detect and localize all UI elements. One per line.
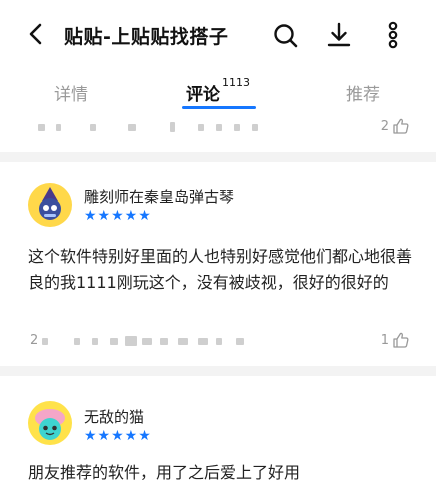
blurred-text: [236, 338, 244, 345]
tab-detail[interactable]: 详情: [54, 80, 88, 105]
review-username[interactable]: 雕刻师在秦皇岛弹古琴: [84, 186, 234, 207]
blurred-text: [125, 336, 137, 346]
active-tab-indicator: [182, 106, 256, 109]
top-bar: 贴贴-上贴贴找搭子: [0, 0, 436, 70]
blurred-text: [198, 338, 208, 345]
like-button[interactable]: 2: [381, 117, 410, 135]
tab-recommend[interactable]: 推荐: [346, 80, 380, 105]
avatar[interactable]: [28, 183, 72, 227]
review-username[interactable]: 无敌的猫: [84, 406, 144, 427]
blurred-text: [178, 338, 188, 345]
avatar[interactable]: [28, 401, 72, 445]
blurred-text: [170, 122, 175, 132]
thumb-up-icon: [393, 332, 409, 348]
page-title: 贴贴-上贴贴找搭子: [64, 26, 229, 48]
divider: [0, 152, 436, 162]
rating-stars: ★★★★★: [84, 428, 152, 444]
blurred-text: [252, 124, 258, 131]
tab-comments-label: 评论: [186, 85, 220, 105]
blurred-text: [216, 124, 222, 131]
blurred-text: [234, 124, 240, 131]
review-content: 这个软件特别好里面的人也特别好感觉他们都心地很善良的我1111刚玩这个，没有被歧…: [28, 247, 413, 292]
like-button[interactable]: 1: [381, 331, 410, 349]
review-meta-text: 2: [30, 333, 39, 348]
blurred-text: [198, 124, 204, 131]
back-arrow-icon[interactable]: [22, 20, 50, 48]
like-count: 2: [380, 118, 389, 134]
tab-bar: 详情 评论1113 推荐: [0, 72, 436, 112]
search-icon[interactable]: [270, 20, 300, 50]
thumb-up-icon: [393, 118, 409, 134]
blurred-text: [160, 338, 168, 345]
like-count: 1: [380, 332, 389, 348]
download-icon[interactable]: [324, 20, 354, 50]
blurred-text: [74, 338, 80, 345]
blurred-text: [128, 124, 136, 131]
review-meta-row: 2: [30, 117, 410, 139]
blurred-text: [56, 124, 61, 131]
tab-comments[interactable]: 评论1113: [186, 76, 250, 105]
blurred-text: [142, 338, 152, 345]
comments-count: 1113: [222, 76, 250, 90]
blurred-text: [216, 338, 222, 345]
blurred-text: [42, 338, 48, 345]
blurred-text: [92, 338, 98, 345]
divider: [0, 366, 436, 376]
review-content: 朋友推荐的软件，用了之后爱上了好用: [28, 463, 301, 482]
rating-stars: ★★★★★: [84, 208, 152, 224]
review-meta-row: 2 1: [30, 331, 410, 353]
blurred-text: [110, 338, 118, 345]
blurred-text: [38, 124, 45, 131]
blurred-text: [90, 124, 96, 131]
more-vertical-icon[interactable]: [378, 20, 408, 50]
